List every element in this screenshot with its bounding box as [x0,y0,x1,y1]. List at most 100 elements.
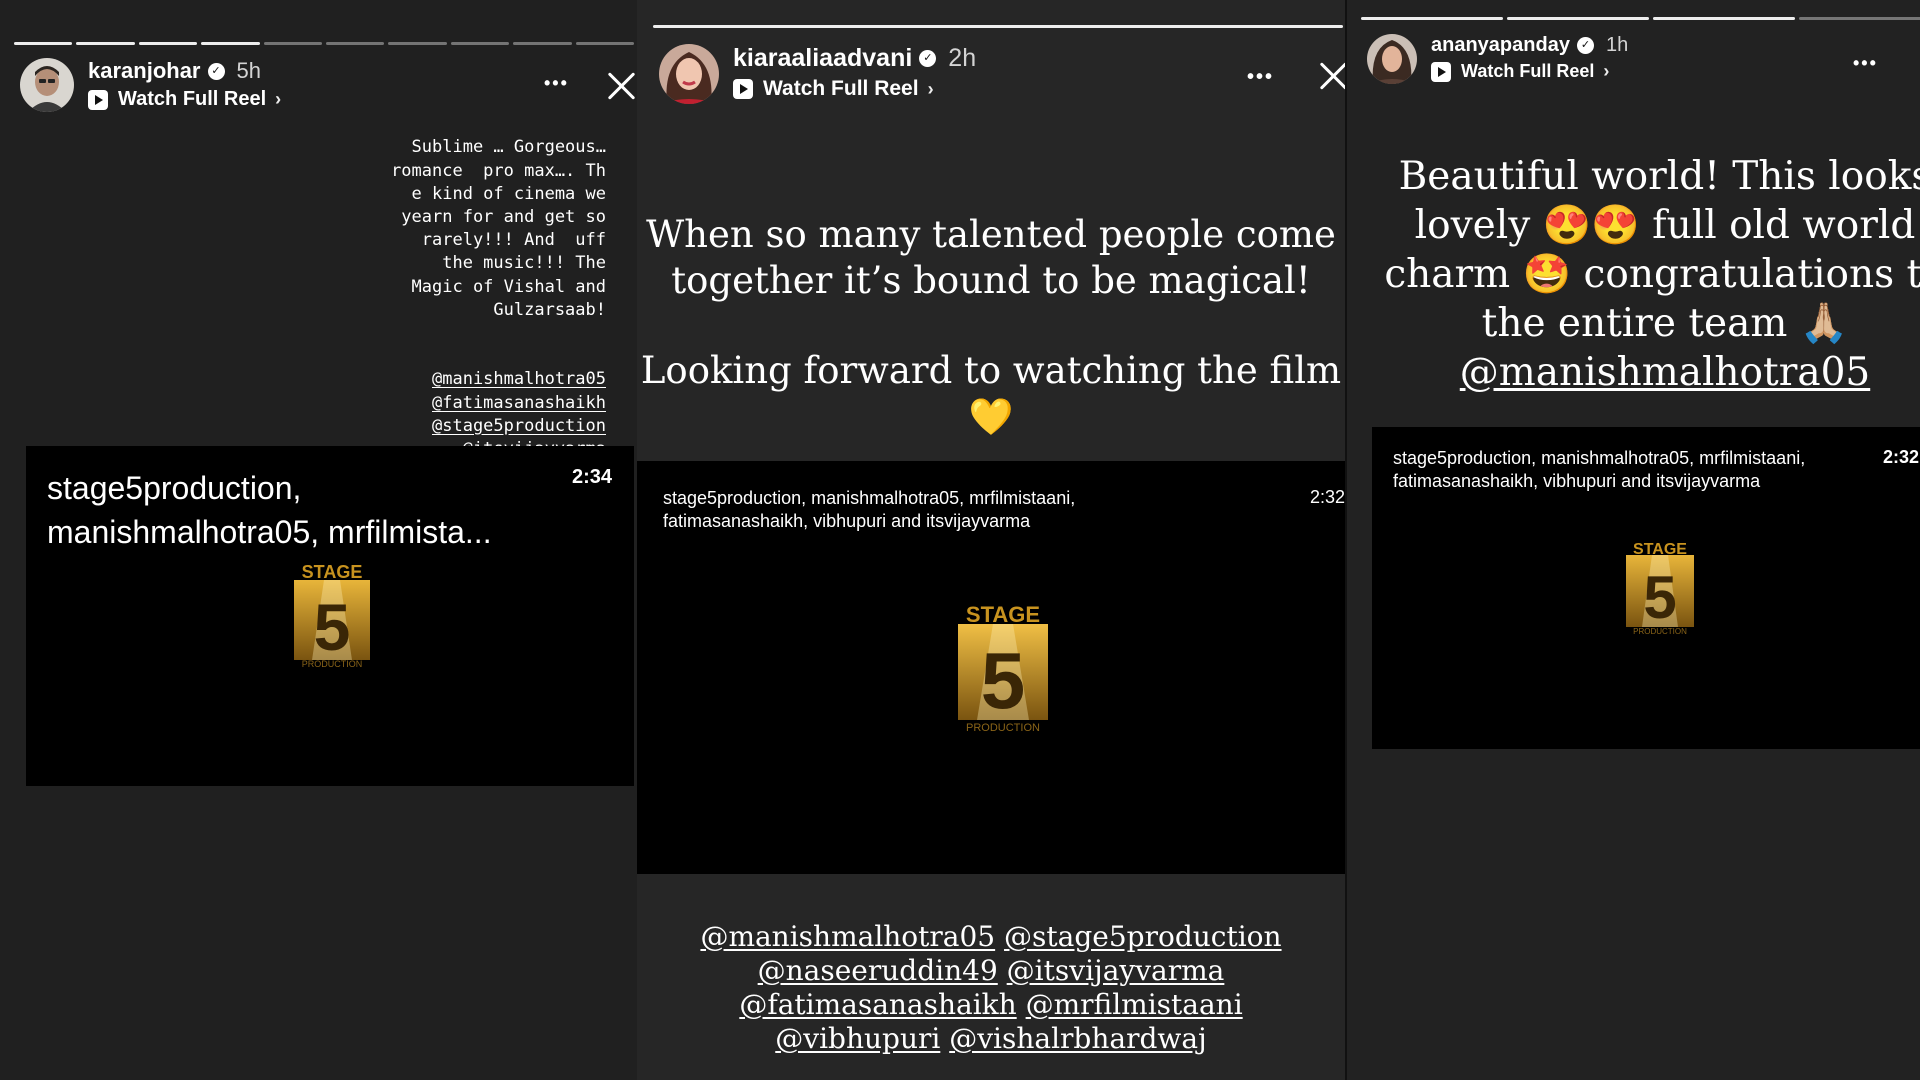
reel-duration: 2:32 [1309,487,1345,507]
story-text-line: Beautiful world! This looks [1398,154,1920,199]
mention-link[interactable]: @fatimasanashaikh [739,988,1016,1021]
mention-link[interactable]: @mrfilmistaani [1026,988,1243,1021]
reel-title-line: fatimasanashaikh, vibhupuri and itsvijay… [1393,471,1761,491]
reel-title: stage5production, manishmalhotra05, mrfi… [1393,447,1873,493]
mention-row: @vibhupuri @vishalrbhardwaj [637,1022,1345,1056]
mention-link[interactable]: @manishmalhotra05 [432,369,606,389]
story-progress-bar [653,25,1343,28]
story-text-line: When so many talented people come [646,213,1336,256]
logo-bottom-text: PRODUCTION [966,722,1040,732]
story-header: ananyapanday ✓ 1h Watch Full Reel › [1367,34,1628,84]
story-header: kiaraaliaadvani ✓ 2h Watch Full Reel › [659,44,976,104]
caption-line: romance pro max…. Th [391,160,606,181]
avatar[interactable] [1367,34,1417,84]
shared-reel-card[interactable]: stage5production, manishmalhotra05, mrfi… [1372,427,1920,749]
text-segment: the entire team [1481,301,1788,346]
mention-link[interactable]: @stage5production [1004,920,1282,953]
play-icon [88,89,108,110]
progress-segment [513,42,572,45]
text-segment: full old world [1652,203,1916,248]
reel-title-line: stage5production, [47,470,302,506]
story-progress-bar [1361,17,1920,20]
mention-link[interactable]: @manishmalhotra05 [700,920,995,953]
verified-icon: ✓ [207,62,225,80]
story-time: 2h [948,44,977,72]
verified-icon: ✓ [1576,37,1594,54]
reel-duration: 2:32 [1883,447,1920,467]
text-segment: lovely [1414,203,1531,248]
story-text-line: charm 🤩 congratulations to [1347,250,1920,299]
progress-segment [201,42,260,45]
mention-link[interactable]: @stage5production [432,416,606,436]
watch-full-reel-label: Watch Full Reel [1461,61,1595,81]
logo-number: 5 [1643,564,1676,631]
mention-link[interactable]: @manishmalhotra05 [1460,350,1870,395]
story-progress-bar [14,42,635,45]
username[interactable]: karanjohar [88,58,201,84]
play-icon [733,79,753,99]
progress-segment [1361,17,1503,20]
caption-line: Magic of Vishal and [411,276,606,297]
logo-bottom-text: PRODUCTION [1633,627,1687,635]
username[interactable]: ananyapanday [1431,34,1570,57]
text-segment: congratulations to [1583,252,1920,297]
avatar[interactable] [20,58,74,112]
caption-line: Sublime … Gorgeous… [411,137,606,158]
story-text-line: the entire team 🙏🏼 [1347,299,1920,348]
story-time: 1h [1605,34,1629,56]
logo-top-text: STAGE [1633,541,1687,558]
yellow-heart-emoji: 💛 [968,397,1014,438]
user-block: ananyapanday ✓ 1h Watch Full Reel › [1431,34,1628,82]
stage5-logo: STAGE 5 PRODUCTION [1622,539,1698,640]
chevron-right-icon: › [927,78,934,99]
more-icon[interactable]: ••• [1853,54,1878,72]
caption-line: Gulzarsaab! [493,299,606,320]
shared-reel-card[interactable]: stage5production, manishmalhotra05, mrfi… [637,461,1345,874]
more-icon[interactable]: ••• [544,74,569,92]
watch-full-reel-link[interactable]: Watch Full Reel › [733,77,976,101]
mention-block: @manishmalhotra05 @stage5production @nase… [637,920,1345,1056]
shared-reel-card[interactable]: stage5production, manishmalhotra05, mrfi… [26,446,634,786]
reel-duration: 2:34 [571,466,612,488]
mention-link[interactable]: @naseeruddin49 [758,954,998,987]
mention-row: @naseeruddin49 @itsvijayvarma [637,954,1345,988]
story-text: When so many talented people come togeth… [637,212,1345,441]
mention-row: @fatimasanashaikh @mrfilmistaani [637,988,1345,1022]
story-panel-ananyapanday: ananyapanday ✓ 1h Watch Full Reel › ••• … [1345,0,1920,1080]
more-icon[interactable]: ••• [1247,67,1274,87]
close-icon[interactable] [606,70,636,100]
progress-segment [14,42,73,45]
logo-top-text: STAGE [302,562,363,582]
watch-full-reel-link[interactable]: Watch Full Reel › [1431,61,1628,82]
mention-link[interactable]: @vishalrbhardwaj [949,1022,1207,1055]
watch-full-reel-label: Watch Full Reel [118,88,267,110]
caption-line: e kind of cinema we [411,183,606,204]
text-segment: charm [1384,252,1511,297]
user-block: kiaraaliaadvani ✓ 2h Watch Full Reel › [733,44,976,101]
mention-row: @manishmalhotra05 @stage5production [637,920,1345,954]
caption-line: the music!!! The [442,253,606,274]
story-text-line: lovely 😍😍 full old world [1347,201,1920,250]
watch-full-reel-link[interactable]: Watch Full Reel › [88,88,281,111]
logo-number: 5 [981,636,1026,725]
close-icon[interactable] [1318,60,1345,90]
stage5-logo: STAGE 5 PRODUCTION [290,562,374,673]
story-text-line: Looking forward to watching the film [640,349,1342,392]
star-struck-emoji: 🤩 [1522,252,1572,297]
story-text: Beautiful world! This looks lovely 😍😍 fu… [1347,152,1920,397]
mention-link[interactable]: @fatimasanashaikh [432,393,606,413]
progress-segment [653,25,1343,28]
play-icon [1431,61,1451,82]
progress-segment [1799,17,1920,20]
username[interactable]: kiaraaliaadvani [733,44,912,73]
reel-title-line: fatimasanashaikh, vibhupuri and itsvijay… [663,511,1031,531]
stage5-logo: STAGE 5 PRODUCTION [953,602,1053,737]
mention-link[interactable]: @vibhupuri [775,1022,940,1055]
progress-segment [1653,17,1795,20]
caption-line: yearn for and get so [401,207,606,228]
folded-hands-emoji: 🙏🏼 [1799,301,1849,346]
progress-segment [1507,17,1649,20]
avatar[interactable] [659,44,719,104]
mention-link[interactable]: @itsvijayvarma [1007,954,1225,987]
logo-top-text: STAGE [966,602,1040,627]
